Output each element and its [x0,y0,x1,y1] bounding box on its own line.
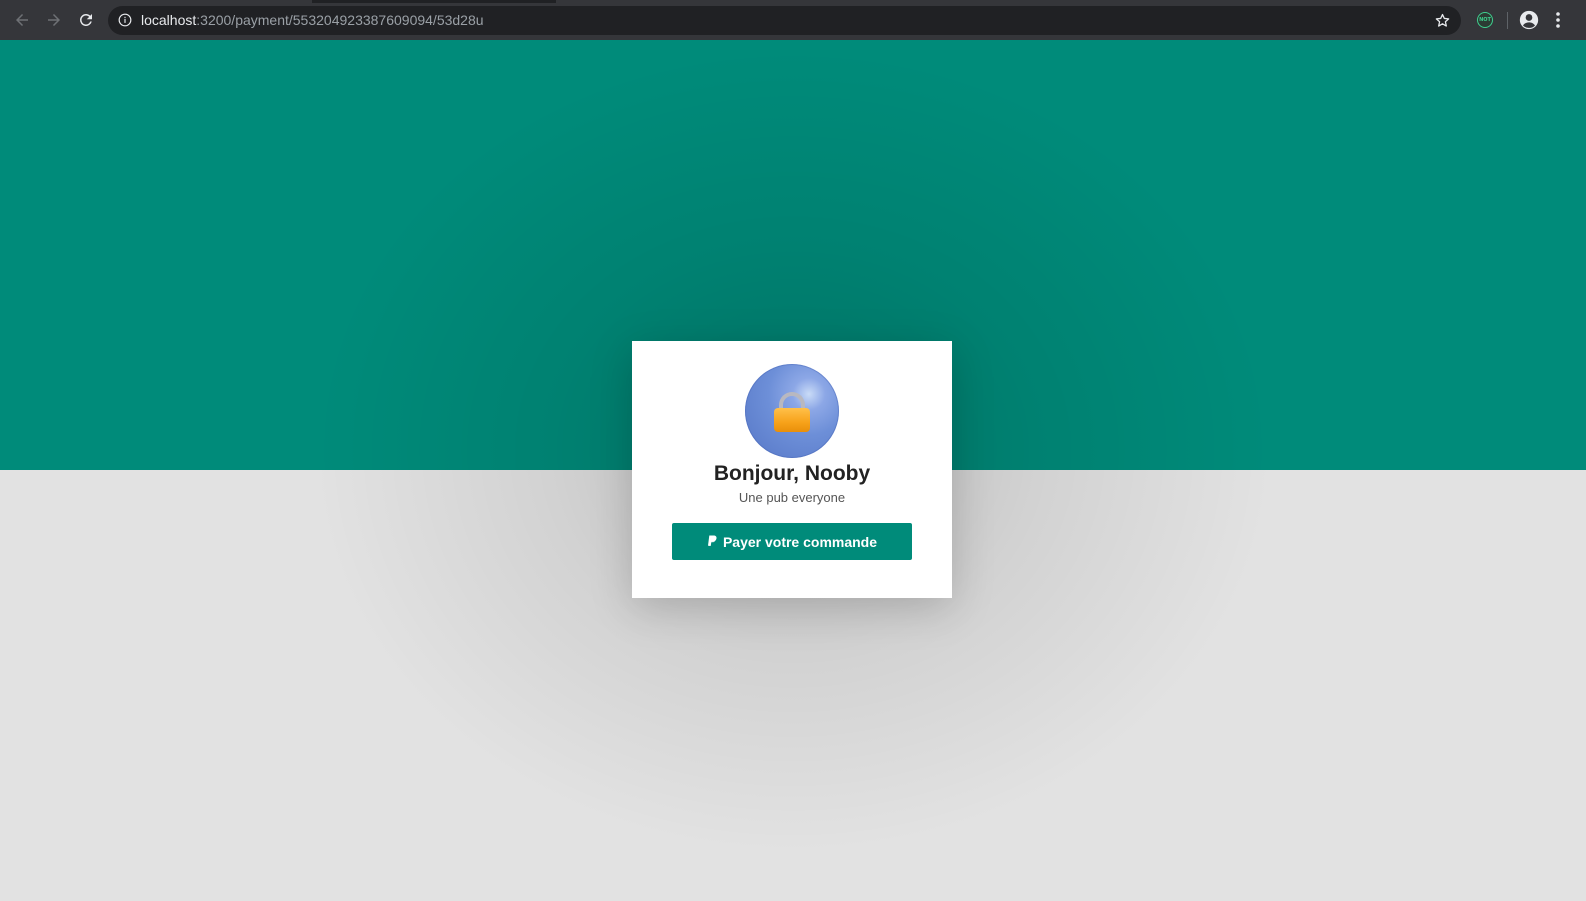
paypal-icon [707,535,717,546]
star-icon[interactable] [1434,12,1451,29]
arrow-right-icon [48,14,60,26]
lock-body [774,408,810,432]
tab-strip [0,0,1586,3]
extension-icon[interactable]: NOT [1477,12,1493,28]
url-text[interactable]: localhost:3200/payment/55320492338760909… [141,12,484,29]
avatar [745,364,839,458]
reload-button[interactable] [74,8,98,32]
account-circle-icon[interactable] [1519,10,1539,30]
url-path: :3200/payment/553204923387609094/53d28u [196,12,484,28]
forward-button[interactable] [42,8,66,32]
pay-order-button[interactable]: Payer votre commande [672,523,912,560]
greeting-subtitle: Une pub everyone [738,490,846,505]
url-host: localhost [141,12,197,28]
arrow-left-icon [16,14,28,26]
page-viewport: Bonjour, Nooby Une pub everyone Payer vo… [0,40,1586,901]
pay-order-button-label: Payer votre commande [722,533,878,550]
address-bar[interactable]: localhost:3200/payment/55320492338760909… [108,6,1461,35]
back-button[interactable] [10,8,34,32]
toolbar-divider [1507,12,1508,29]
tab-edge [556,0,1586,3]
tab-edge [0,0,312,3]
payment-card: Bonjour, Nooby Une pub everyone Payer vo… [632,341,952,598]
reload-icon [79,13,92,26]
more-vert-icon[interactable] [1553,10,1563,30]
greeting-title: Bonjour, Nooby [713,462,871,485]
browser-toolbar: localhost:3200/payment/55320492338760909… [0,0,1586,40]
info-icon[interactable] [118,13,132,27]
extension-badge: NOT [1479,17,1491,23]
